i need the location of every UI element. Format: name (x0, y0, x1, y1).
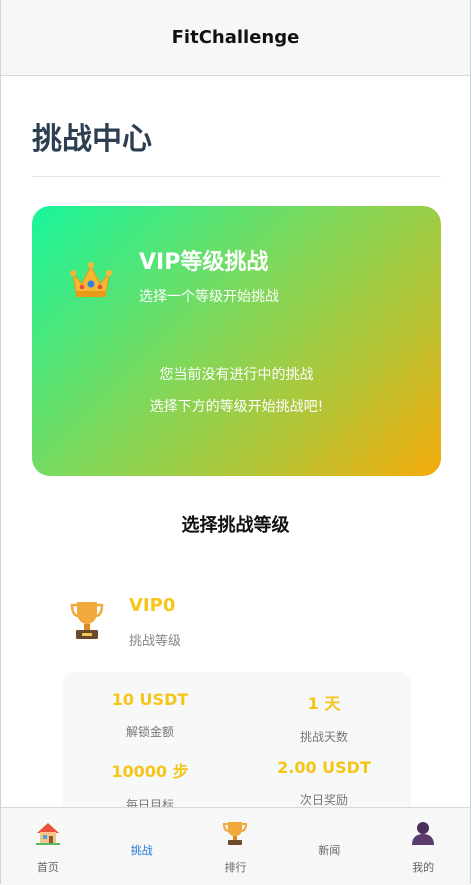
stat-next-day-reward: 2.00 USDT 次日奖励 (237, 758, 411, 808)
stat-label: 挑战天数 (299, 730, 348, 744)
app-header: FitChallenge (1, 0, 470, 76)
tab-profile[interactable]: 我的 (376, 808, 470, 885)
user-icon (412, 822, 435, 845)
tab-ranking[interactable]: 排行 (189, 808, 283, 885)
home-icon (35, 823, 60, 845)
tab-challenge[interactable]: 挑战 (95, 808, 189, 885)
stat-challenge-days: 1 天 挑战天数 (237, 690, 411, 745)
stat-value: 10000 步 (111, 762, 189, 781)
page-title: 挑战中心 (32, 122, 152, 157)
section-title: 选择挑战等级 (181, 515, 290, 536)
empty-state-line-2: 选择下方的等级开始挑战吧! (149, 399, 324, 415)
stat-value: 10 USDT (111, 690, 189, 709)
divider (32, 176, 441, 177)
tab-label: 首页 (36, 861, 59, 874)
stat-unlock-amount: 10 USDT 解锁金额 (63, 690, 237, 740)
stat-value: 1 天 (307, 694, 341, 713)
empty-state-line-1: 您当前没有进行中的挑战 (159, 367, 314, 383)
stat-daily-goal: 10000 步 每日目标 (63, 758, 237, 813)
app-title: FitChallenge (171, 27, 300, 48)
tab-news[interactable]: 新闻 (282, 808, 376, 885)
hero-title: VIP等级挑战 (139, 250, 269, 275)
level-name: VIP0 (129, 595, 176, 616)
tab-label: 新闻 (318, 844, 341, 857)
tab-label: 我的 (412, 861, 435, 874)
bottom-tab-bar: 首页 挑战 排行 新闻 我的 (1, 807, 470, 885)
crown-icon (70, 262, 112, 297)
stat-label: 解锁金额 (125, 725, 174, 739)
trophy-icon (223, 822, 248, 845)
level-stats-panel: 10 USDT 解锁金额 1 天 挑战天数 10000 步 每日目标 2.00 … (63, 672, 411, 822)
stat-label: 次日奖励 (299, 793, 348, 807)
hero-subtitle: 选择一个等级开始挑战 (139, 289, 279, 305)
stat-value: 2.00 USDT (277, 758, 371, 777)
vip-challenge-card: VIP等级挑战 选择一个等级开始挑战 您当前没有进行中的挑战 选择下方的等级开始… (32, 206, 441, 476)
tab-label: 挑战 (130, 844, 153, 857)
trophy-icon (70, 602, 104, 639)
level-subtitle: 挑战等级 (129, 634, 182, 649)
tab-home[interactable]: 首页 (1, 808, 95, 885)
tab-label: 排行 (224, 861, 247, 874)
